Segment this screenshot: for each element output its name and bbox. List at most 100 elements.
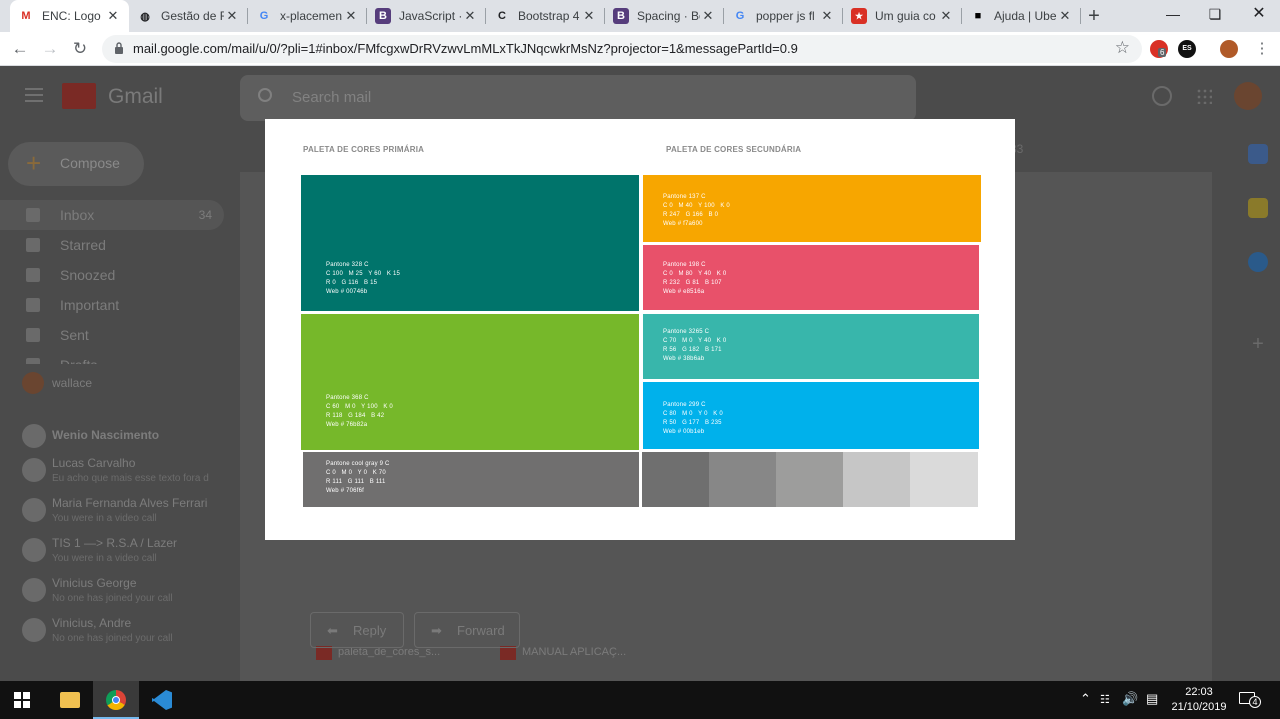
browser-tab[interactable]: ■ Ajuda | Ube ✕ (962, 0, 1081, 32)
new-tab-button[interactable]: + (1082, 4, 1106, 28)
google-icon: G (735, 10, 745, 22)
close-tab-icon[interactable]: ✕ (1057, 8, 1073, 24)
network-icon[interactable]: ☷ (1100, 693, 1110, 706)
hangouts-contact[interactable]: Wenio Nascimento (20, 420, 230, 458)
tray-overflow-icon[interactable]: ⌃ (1080, 691, 1091, 707)
close-window-button[interactable]: ✕ (1236, 0, 1280, 30)
sidebar-item-label: Drafts (60, 357, 97, 364)
close-tab-icon[interactable]: ✕ (105, 8, 121, 24)
swatch-spec: Pantone 368 C C 60 M 0 Y 100 K 0 R 118 G 1… (326, 394, 393, 430)
snooze-clock-icon (26, 268, 40, 282)
calendar-icon[interactable] (1248, 144, 1268, 164)
search-icon (258, 88, 272, 102)
bookmark-star-icon[interactable]: ☆ (1115, 38, 1130, 58)
windows-start-icon[interactable] (14, 692, 30, 708)
swatch-spec-line: R 118 G 184 B 42 (326, 413, 385, 419)
minimize-button[interactable]: — (1150, 0, 1196, 30)
language-extension-icon[interactable]: ES (1178, 40, 1196, 58)
browser-tab[interactable]: B Spacing · Bo ✕ (605, 0, 724, 32)
back-button[interactable]: ← (8, 37, 32, 61)
swatch-spec: Pantone 3265 C C 70 M 0 Y 40 K 0 R 56 G 18… (663, 328, 726, 364)
account-avatar[interactable] (1234, 82, 1262, 110)
menu-kebab-icon[interactable]: ⋮ (1250, 37, 1274, 61)
bootstrap-icon: B (613, 8, 629, 24)
palette-image-preview: PALETA DE CORES PRIMÁRIA PALETA DE CORES… (265, 119, 1015, 540)
tab-title: x-placemen (280, 9, 343, 23)
swatch-spec-line: C 100 M 25 Y 60 K 15 (326, 271, 401, 277)
swatch-spec-line: Pantone 328 C (326, 262, 369, 268)
sidebar-item[interactable]: Starred (0, 230, 224, 260)
attachment-chip[interactable]: MANUAL APLICAÇ... (500, 642, 650, 668)
search-input[interactable]: Search mail (240, 75, 916, 121)
sidebar-item[interactable]: Snoozed (0, 260, 224, 290)
hangouts-contact[interactable]: Lucas Carvalho Eu acho que mais esse text… (20, 454, 230, 492)
language-icon[interactable]: ▤ (1146, 691, 1158, 707)
avatar (22, 618, 46, 642)
swatch-spec-line: Web # f7a600 (663, 221, 703, 227)
address-bar[interactable]: mail.google.com/mail/u/0/?pli=1#inbox/FM… (102, 35, 1142, 63)
swatch-spec: Pantone 299 C C 80 M 0 Y 0 K 0 R 50 G 177 … (663, 401, 723, 437)
vscode-icon[interactable] (139, 681, 185, 719)
hangouts-contact[interactable]: Maria Fernanda Alves Ferrari You were in … (20, 494, 230, 532)
close-tab-icon[interactable]: ✕ (462, 8, 478, 24)
sidebar-item[interactable]: Important (0, 290, 224, 320)
add-addon-icon[interactable]: + (1248, 334, 1268, 354)
sidebar-item[interactable]: Drafts (0, 350, 224, 364)
reload-button[interactable]: ↻ (68, 37, 92, 61)
hangouts-contact[interactable]: Vinicius George No one has joined your ca… (20, 574, 230, 612)
forward-mail-button[interactable]: ➡ Forward (414, 612, 520, 648)
keep-icon[interactable] (1248, 198, 1268, 218)
swatch-spec-line: Web # 76b82a (326, 422, 368, 428)
close-tab-icon[interactable]: ✕ (938, 8, 954, 24)
important-icon (26, 298, 40, 312)
contact-status: No one has joined your call (52, 633, 173, 644)
profile-avatar[interactable] (1220, 40, 1238, 58)
chrome-taskbar-icon[interactable] (93, 681, 139, 719)
contact-status: You were in a video call (52, 553, 157, 564)
close-tab-icon[interactable]: ✕ (700, 8, 716, 24)
hangouts-account[interactable]: wallace (20, 372, 230, 394)
clock-time: 22:03 (1185, 686, 1213, 698)
main-menu-icon[interactable] (25, 88, 43, 102)
sidebar-item[interactable]: Sent (0, 320, 224, 350)
file-explorer-icon[interactable] (47, 681, 93, 719)
gray-tint-swatch (709, 452, 776, 507)
contact-status: No one has joined your call (52, 593, 173, 604)
browser-tab[interactable]: ★ Um guia co ✕ (843, 0, 962, 32)
browser-tab[interactable]: M ENC: Logo ✕ (10, 0, 129, 32)
restore-button[interactable]: ❏ (1192, 0, 1238, 30)
browser-tab[interactable]: B JavaScript · ✕ (367, 0, 486, 32)
sidebar-item-label: Important (60, 297, 120, 313)
browser-tab[interactable]: C Bootstrap 4 ✕ (486, 0, 605, 32)
taskbar-clock[interactable]: 22:03 21/10/2019 (1166, 685, 1232, 715)
action-center-icon[interactable]: 4 (1239, 690, 1261, 708)
contact-name: Lucas Carvalho (52, 456, 136, 470)
close-tab-icon[interactable]: ✕ (224, 8, 240, 24)
clock-date: 21/10/2019 (1171, 701, 1227, 713)
tasks-icon[interactable] (1248, 252, 1268, 272)
avatar (22, 498, 46, 522)
hangouts-contact[interactable]: Vinicius, Andre No one has joined your ca… (20, 614, 230, 652)
reply-button[interactable]: ⬅ Reply (310, 612, 404, 648)
swatch-pantone-cool-gray-9c: Pantone cool gray 9 C C 0 M 0 Y 0 K 70 R 1… (303, 452, 639, 507)
close-tab-icon[interactable]: ✕ (581, 8, 597, 24)
browser-tab[interactable]: Gpopper js fl ✕ (724, 0, 843, 32)
browser-tab[interactable]: ◍ Gestão de F ✕ (129, 0, 248, 32)
forward-button[interactable]: → (38, 37, 62, 61)
apps-grid-icon[interactable] (1196, 88, 1212, 104)
close-tab-icon[interactable]: ✕ (343, 8, 359, 24)
sidebar-item[interactable]: Inbox 34 (0, 200, 224, 230)
hangouts-account-name: wallace (52, 376, 93, 390)
search-placeholder: Search mail (292, 89, 372, 106)
help-icon[interactable] (1152, 86, 1172, 106)
volume-icon[interactable]: 🔊 (1122, 691, 1138, 707)
browser-tab[interactable]: Gx-placemen ✕ (248, 0, 367, 32)
extension-icon[interactable]: 6 (1150, 40, 1168, 58)
github-icon: ◍ (140, 10, 150, 23)
close-tab-icon[interactable]: ✕ (819, 8, 835, 24)
hangouts-contact[interactable]: TIS 1 —> R.S.A / Lazer You were in a vide… (20, 534, 230, 572)
swatch-spec-line: R 111 G 111 B 111 (326, 479, 386, 485)
forward-icon: ➡ (431, 623, 442, 638)
compose-button[interactable]: + Compose (8, 142, 144, 186)
google-icon: G (259, 10, 269, 22)
